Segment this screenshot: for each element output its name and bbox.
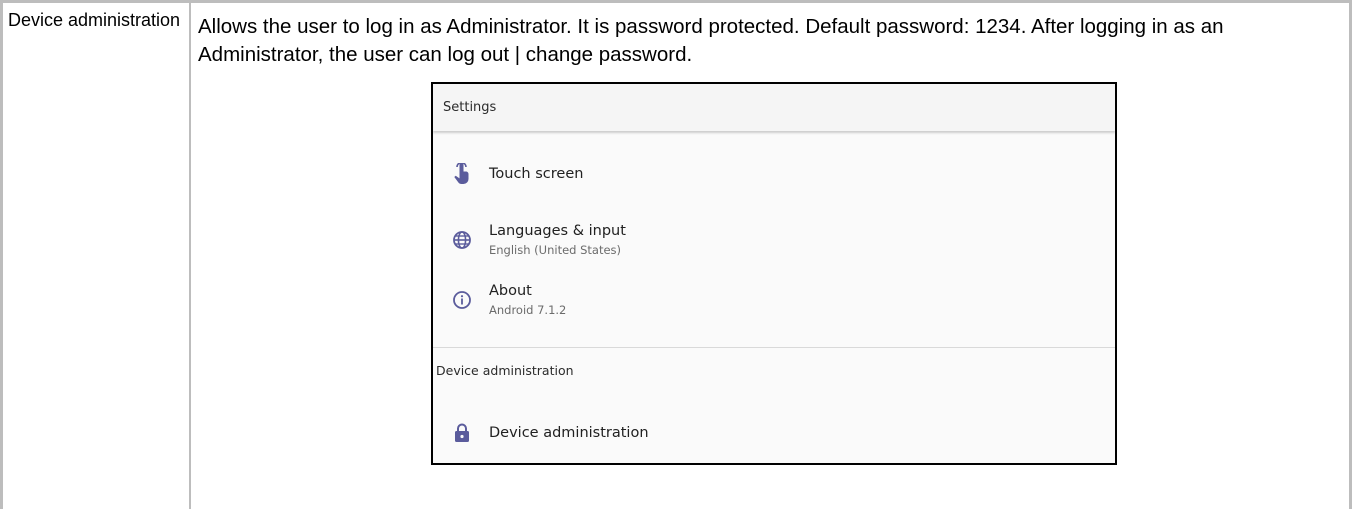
lock-icon	[433, 423, 489, 443]
settings-item-subtitle: English (United States)	[489, 243, 622, 257]
settings-item-touch-screen[interactable]: Touch screen	[433, 154, 1115, 194]
info-icon	[433, 290, 489, 310]
globe-icon	[433, 230, 489, 250]
touch-hand-icon	[433, 163, 489, 185]
settings-item-subtitle: Android 7.1.2	[489, 303, 567, 317]
settings-item-device-administration[interactable]: Device administration	[433, 413, 1115, 453]
settings-item-title: Touch screen	[489, 166, 584, 182]
app-bar: Settings	[433, 84, 1115, 131]
settings-item-languages[interactable]: Languages & input English (United States…	[433, 218, 1115, 262]
settings-item-about[interactable]: About Android 7.1.2	[433, 278, 1115, 322]
column-divider	[189, 0, 191, 509]
feature-description: Allows the user to log in as Administrat…	[198, 15, 1224, 66]
section-header: Device administration	[436, 363, 574, 378]
section-divider	[433, 347, 1115, 348]
feature-name-cell: Device administration	[8, 10, 181, 30]
settings-item-title: Device administration	[489, 425, 649, 441]
settings-item-title: About	[489, 283, 532, 299]
app-bar-title: Settings	[443, 100, 497, 115]
settings-item-title: Languages & input	[489, 223, 626, 239]
settings-screenshot: Settings Touch screen Languages & input …	[431, 82, 1117, 465]
